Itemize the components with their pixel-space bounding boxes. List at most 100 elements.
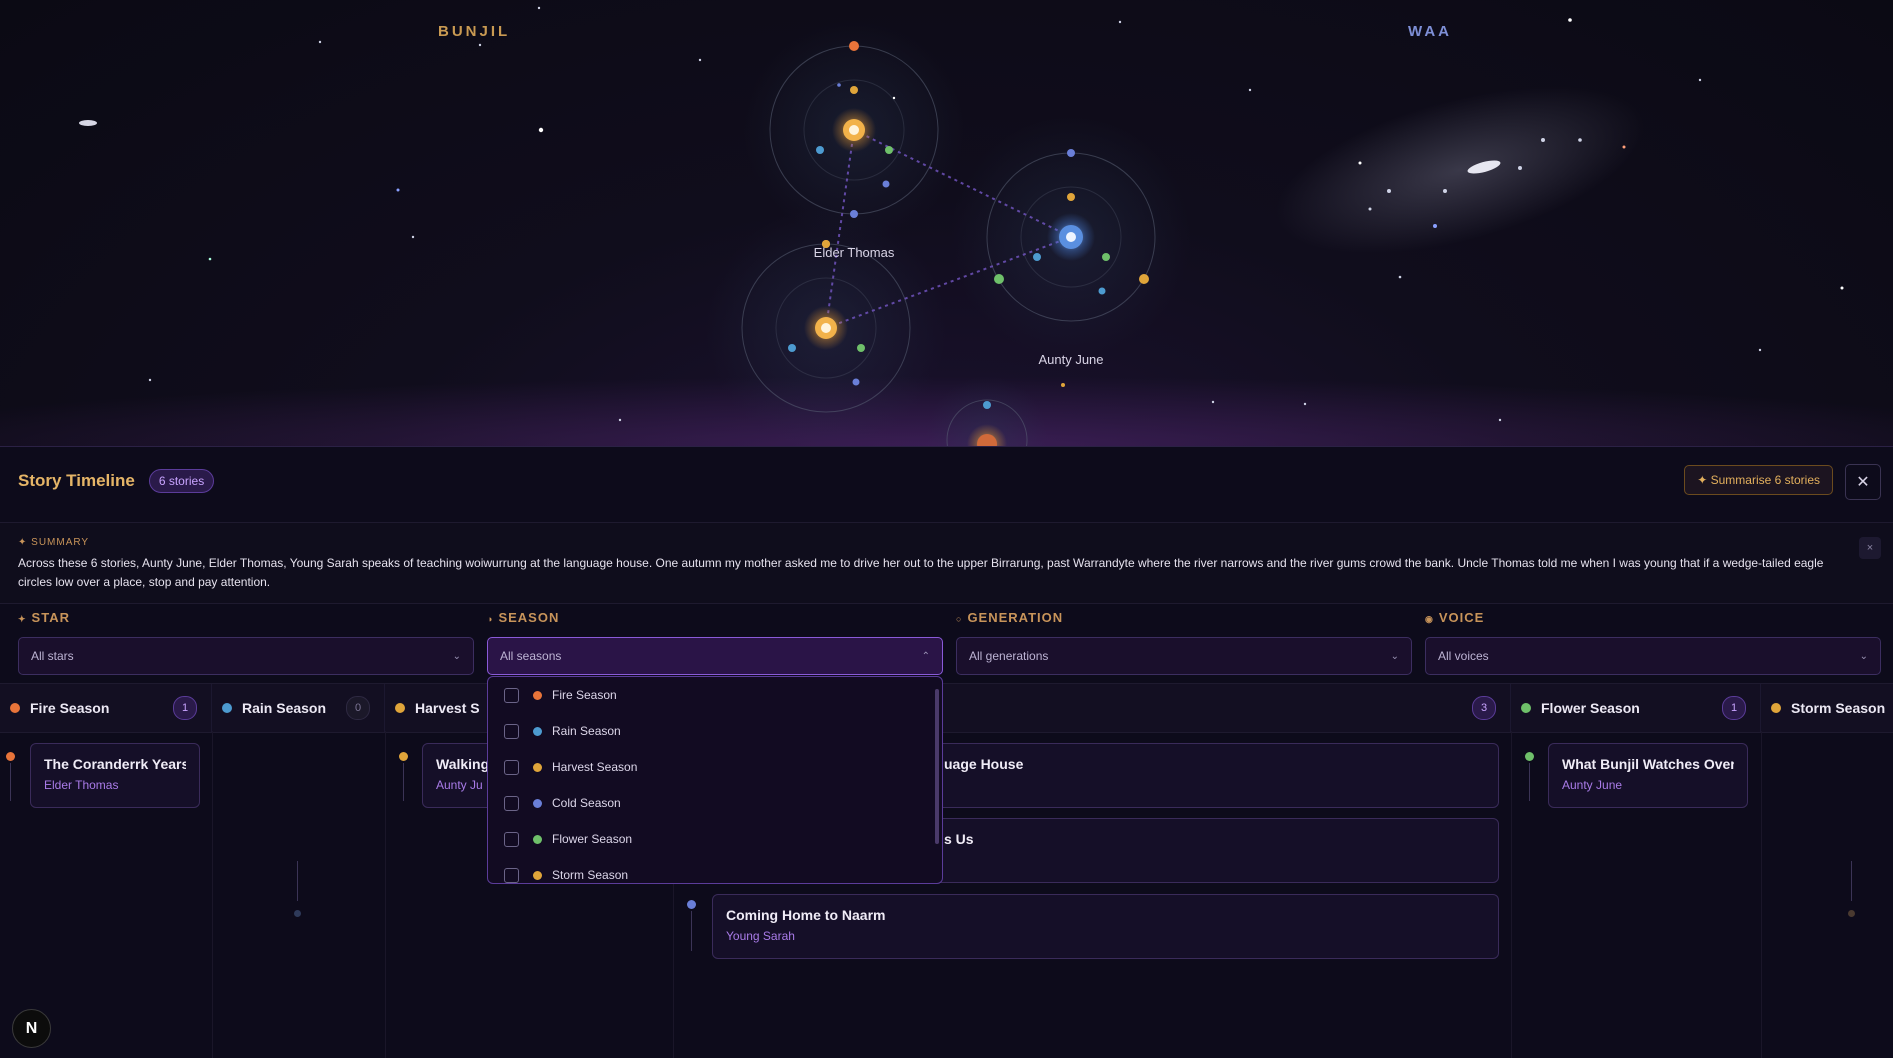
season-select-value: All seasons (500, 649, 562, 663)
season-option-rain[interactable]: Rain Season (504, 721, 621, 741)
column-count: 1 (173, 696, 197, 720)
fire-season-dot (533, 690, 542, 700)
column-title: Storm Season (1791, 700, 1886, 716)
timeline-panel: Story Timeline 6 stories ✦ Summarise 6 s… (0, 446, 1893, 1058)
summary-label: ✦ SUMMARY (18, 537, 90, 548)
season-filter-label: SEASON (498, 610, 560, 625)
voice-select[interactable]: All voices ⌄ (1425, 637, 1881, 675)
voice-filter-label: VOICE (1438, 610, 1485, 625)
column-rain-season[interactable]: Rain Season 0 (212, 684, 385, 732)
timeline-dot (687, 900, 696, 909)
flower-season-dot (1521, 703, 1531, 713)
option-label: Flower Season (552, 832, 633, 846)
harvest-season-dot (395, 703, 405, 713)
story-author: Elder Thomas (44, 778, 119, 792)
rain-season-dot (222, 703, 232, 713)
story-card[interactable]: The Coranderrk Years Elder Thomas (30, 743, 200, 808)
n-logo-button[interactable]: N (12, 1009, 51, 1048)
checkbox[interactable] (504, 723, 519, 739)
generation-select[interactable]: All generations ⌄ (956, 637, 1412, 675)
column-title: Flower Season (1541, 700, 1640, 716)
column-title: Harvest S (415, 700, 480, 716)
story-title: s Us (944, 831, 974, 847)
summary-box: ✦ SUMMARY Across these 6 stories, Aunty … (0, 522, 1893, 604)
timeline-header: Story Timeline 6 stories (18, 469, 215, 493)
voice-select-value: All voices (1438, 649, 1489, 663)
story-author: Aunty June (1562, 778, 1623, 792)
sky-map[interactable]: BUNJIL WAA Elder Thomas Aunty June (0, 0, 1893, 446)
star-select-value: All stars (31, 649, 74, 663)
season-filter-icon: ◑ (487, 614, 494, 624)
constellation-canvas[interactable] (0, 0, 1893, 446)
story-card[interactable]: Coming Home to Naarm Young Sarah (712, 894, 1499, 959)
story-title: Coming Home to Naarm (726, 907, 886, 923)
story-count-badge: 6 stories (148, 469, 215, 493)
story-card[interactable]: What Bunjil Watches Over Aunty June (1548, 743, 1748, 808)
bunjil-label: BUNJIL (438, 23, 511, 40)
storm-season-dot (1771, 703, 1781, 713)
chevron-up-icon: ⌃ (921, 650, 930, 662)
column-storm-season[interactable]: Storm Season (1761, 684, 1893, 732)
timeline-title: Story Timeline (18, 471, 135, 490)
timeline-line (403, 763, 404, 801)
cold-season-dot (533, 798, 542, 808)
column-count: 1 (1722, 696, 1746, 720)
story-title: What Bunjil Watches Over (1562, 756, 1734, 772)
flower-season-dot (533, 834, 542, 844)
filter-bar: ✦ STAR All stars ⌄ ◑ SEASON All seasons ⌃ ○ G… (0, 607, 1893, 687)
column-title: Rain Season (242, 700, 327, 716)
column-title: Fire Season (30, 700, 110, 716)
voice-filter: ◉ VOICE All voices ⌄ (1425, 607, 1881, 675)
checkbox[interactable] (504, 867, 519, 883)
fire-season-dot (10, 703, 20, 713)
close-icon[interactable]: ✕ (1845, 464, 1881, 500)
season-option-flower[interactable]: Flower Season (504, 829, 632, 849)
story-title: The Coranderrk Years (44, 756, 186, 772)
star-filter-icon: ✦ (18, 614, 27, 624)
aunty-june-star-label[interactable]: Aunty June (1038, 352, 1103, 367)
timeline-line (1529, 763, 1530, 801)
column-count: 3 (1472, 696, 1496, 720)
summary-text: Across these 6 stories, Aunty June, Elde… (18, 556, 1824, 589)
season-option-fire[interactable]: Fire Season (504, 685, 617, 705)
generation-select-value: All generations (969, 649, 1049, 663)
chevron-down-icon: ⌄ (1859, 650, 1868, 662)
summarise-button[interactable]: ✦ Summarise 6 stories (1684, 465, 1833, 495)
waa-label: WAA (1408, 23, 1452, 40)
harvest-season-dot (533, 762, 542, 772)
season-dropdown-menu[interactable]: Fire Season Rain Season Harvest Season C… (487, 676, 943, 884)
checkbox[interactable] (504, 831, 519, 847)
star-filter: ✦ STAR All stars ⌄ (18, 607, 474, 675)
dropdown-scrollbar[interactable] (935, 689, 939, 844)
generation-filter: ○ GENERATION All generations ⌄ (956, 607, 1412, 675)
timeline-dot (1525, 752, 1534, 761)
story-author: Young Sarah (726, 929, 795, 943)
season-columns-header: Fire Season 1 Rain Season 0 Harvest S 3 … (0, 683, 1893, 733)
column-fire-season[interactable]: Fire Season 1 (0, 684, 212, 732)
star-select[interactable]: All stars ⌄ (18, 637, 474, 675)
rain-season-lane (212, 731, 386, 1058)
generation-filter-label: GENERATION (967, 610, 1064, 625)
star-filter-label: STAR (31, 610, 70, 625)
generation-filter-icon: ○ (956, 614, 963, 624)
season-select[interactable]: All seasons ⌃ (487, 637, 943, 675)
season-option-cold[interactable]: Cold Season (504, 793, 621, 813)
timeline-line (1851, 861, 1852, 901)
rain-season-dot (533, 726, 542, 736)
checkbox[interactable] (504, 759, 519, 775)
season-option-harvest[interactable]: Harvest Season (504, 757, 637, 777)
dismiss-summary-icon[interactable]: × (1859, 537, 1881, 559)
checkbox[interactable] (504, 795, 519, 811)
timeline-dot (6, 752, 15, 761)
chevron-down-icon: ⌄ (452, 650, 461, 662)
option-label: Harvest Season (552, 760, 638, 774)
season-filter: ◑ SEASON All seasons ⌃ (487, 607, 943, 675)
checkbox[interactable] (504, 687, 519, 703)
story-title: uage House (944, 756, 1024, 772)
elder-thomas-star-label[interactable]: Elder Thomas (814, 245, 895, 260)
option-label: Cold Season (552, 796, 621, 810)
option-label: Fire Season (552, 688, 617, 702)
option-label: Rain Season (552, 724, 621, 738)
season-option-storm[interactable]: Storm Season (504, 865, 628, 883)
column-flower-season[interactable]: Flower Season 1 (1511, 684, 1761, 732)
